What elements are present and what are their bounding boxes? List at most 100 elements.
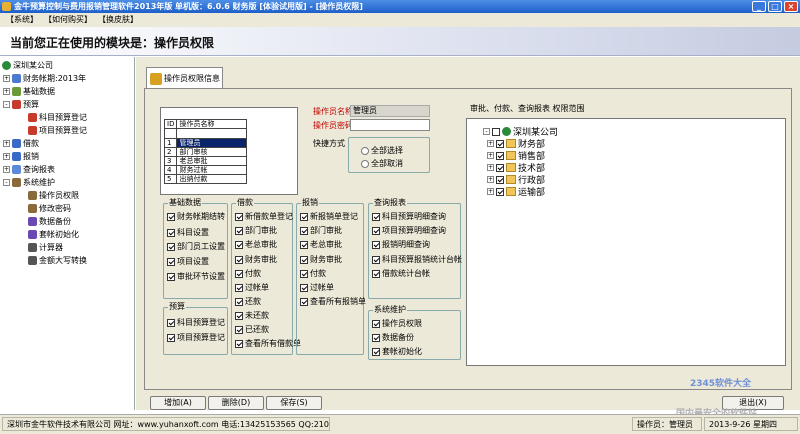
perm-checkbox[interactable]: 财务审批: [235, 255, 277, 265]
col-header-name: 操作员名称: [176, 119, 248, 129]
perm-checkbox[interactable]: 付款: [235, 269, 261, 279]
tree-item-init[interactable]: 套帐初始化: [28, 229, 79, 240]
tree-item-amount-convert[interactable]: 金额大写转换: [28, 255, 87, 266]
scope-dept[interactable]: + 运输部: [487, 185, 545, 198]
checkbox-icon[interactable]: [496, 175, 504, 184]
perm-checkbox[interactable]: 报销明细查询: [372, 240, 430, 250]
perm-checkbox[interactable]: 操作员权限: [372, 319, 422, 329]
perm-checkbox[interactable]: 过帐单: [300, 283, 334, 293]
perm-checkbox[interactable]: 项目预算登记: [167, 333, 225, 343]
perm-checkbox[interactable]: 老总审批: [235, 240, 277, 250]
expand-icon[interactable]: +: [3, 75, 10, 82]
add-button[interactable]: 增加(A): [150, 396, 206, 410]
operator-row[interactable]: 5 出纳付款: [163, 174, 248, 184]
perm-checkbox[interactable]: 新借款单登记: [235, 212, 293, 222]
perm-checkbox[interactable]: 财务审批: [300, 255, 342, 265]
perm-checkbox[interactable]: 查看所有报销单: [300, 297, 366, 307]
tree-item-period[interactable]: + 财务帐期:2013年: [3, 73, 86, 84]
operator-row[interactable]: 2 部门审核: [163, 147, 248, 157]
perm-checkbox[interactable]: 部门审批: [300, 226, 342, 236]
checkbox-icon: [235, 326, 243, 334]
checkbox-icon: [235, 241, 243, 249]
save-button[interactable]: 保存(S): [266, 396, 322, 410]
perm-checkbox[interactable]: 新报销单登记: [300, 212, 358, 222]
perm-checkbox[interactable]: 项目预算明细查询: [372, 226, 446, 236]
expand-icon[interactable]: +: [487, 188, 494, 195]
perm-checkbox[interactable]: 科目预算明细查询: [372, 212, 446, 222]
status-date: 2013-9-26 星期四: [704, 417, 798, 431]
select-all-radio[interactable]: 全部选择: [361, 146, 403, 156]
operator-name-field[interactable]: 管理员: [350, 105, 430, 117]
checkbox-icon: [372, 241, 380, 249]
operator-row[interactable]: 4 财务过帐: [163, 165, 248, 175]
tree-item-loan[interactable]: + 借款: [3, 138, 39, 149]
tree-item-expense[interactable]: + 报销: [3, 151, 39, 162]
expand-icon[interactable]: +: [3, 153, 10, 160]
expand-icon[interactable]: +: [3, 140, 10, 147]
perm-checkbox[interactable]: 借款统计台帐: [372, 269, 430, 279]
tree-item-budget[interactable]: - 预算: [3, 99, 39, 110]
status-company: 深圳市金牛软件技术有限公司 网址：www.yuhanxoft.com 电话:13…: [2, 417, 330, 431]
tree-item-report[interactable]: + 查询报表: [3, 164, 55, 175]
collapse-icon[interactable]: -: [483, 128, 490, 135]
operator-row[interactable]: 1 管理员: [163, 138, 248, 148]
perm-checkbox[interactable]: 科目预算报销统计台帐: [372, 255, 462, 265]
perm-checkbox[interactable]: 审批环节设置: [167, 272, 225, 282]
operator-password-field[interactable]: [350, 119, 430, 131]
checkbox-icon[interactable]: [496, 163, 504, 172]
scope-tree[interactable]: - 深圳某公司 + 财务部 + 销售部 + 技术部 + 行政部 + 运输部: [466, 118, 786, 366]
checkbox-icon[interactable]: [496, 139, 504, 148]
perm-checkbox[interactable]: 套帐初始化: [372, 347, 422, 357]
collapse-icon[interactable]: -: [3, 101, 10, 108]
tree-item-backup[interactable]: 数据备份: [28, 216, 71, 227]
expand-icon[interactable]: +: [3, 166, 10, 173]
perm-checkbox[interactable]: 科目预算登记: [167, 318, 225, 328]
tree-item-basic[interactable]: + 基础数据: [3, 86, 55, 97]
perm-checkbox[interactable]: 老总审批: [300, 240, 342, 250]
perm-checkbox[interactable]: 付款: [300, 269, 326, 279]
operator-row[interactable]: 3 老总审批: [163, 156, 248, 166]
tree-item-maintenance[interactable]: - 系统维护: [3, 177, 55, 188]
tree-item-project-budget[interactable]: 项目预算登记: [28, 125, 87, 136]
checkbox-icon[interactable]: [492, 127, 500, 136]
perm-checkbox[interactable]: 部门员工设置: [167, 242, 225, 252]
col-header-id: ID: [163, 119, 178, 129]
close-button[interactable]: ×: [784, 1, 798, 12]
checkbox-icon[interactable]: [496, 187, 504, 196]
checkbox-icon: [235, 213, 243, 221]
perm-checkbox[interactable]: 过帐单: [235, 283, 269, 293]
expand-icon[interactable]: +: [487, 152, 494, 159]
perm-checkbox[interactable]: 项目设置: [167, 257, 209, 267]
perm-checkbox[interactable]: 财务帐期结转: [167, 212, 225, 222]
menu-change-skin[interactable]: 【换皮肤】: [98, 13, 138, 27]
tree-item-subject-budget[interactable]: 科目预算登记: [28, 112, 87, 123]
perm-checkbox[interactable]: 科目设置: [167, 228, 209, 238]
perm-checkbox[interactable]: 数据备份: [372, 333, 414, 343]
perm-checkbox[interactable]: 未还款: [235, 311, 269, 321]
report-icon: [12, 165, 21, 174]
tree-root[interactable]: 深圳某公司: [2, 60, 53, 71]
perm-checkbox[interactable]: 查看所有借款单: [235, 339, 301, 349]
menu-how-to-buy[interactable]: 【如何购买】: [44, 13, 92, 27]
menu-system[interactable]: 【系统】: [6, 13, 38, 27]
tree-item-change-password[interactable]: 修改密码: [28, 203, 71, 214]
perm-checkbox[interactable]: 还款: [235, 297, 261, 307]
cancel-all-radio[interactable]: 全部取消: [361, 159, 403, 169]
expand-icon[interactable]: +: [3, 88, 10, 95]
expand-icon[interactable]: +: [487, 176, 494, 183]
tree-item-operator-rights[interactable]: 操作员权限: [28, 190, 79, 201]
perm-checkbox[interactable]: 部门审批: [235, 226, 277, 236]
checkbox-icon[interactable]: [496, 151, 504, 160]
perm-checkbox[interactable]: 已还款: [235, 325, 269, 335]
expand-icon[interactable]: +: [487, 140, 494, 147]
maximize-button[interactable]: □: [768, 1, 782, 12]
expand-icon[interactable]: +: [487, 164, 494, 171]
calendar-icon: [12, 74, 21, 83]
minimize-button[interactable]: _: [752, 1, 766, 12]
tree-item-calculator[interactable]: 计算器: [28, 242, 63, 253]
collapse-icon[interactable]: -: [3, 179, 10, 186]
delete-button[interactable]: 删除(D): [208, 396, 264, 410]
operator-list[interactable]: ID 操作员名称 1 管理员 2 部门审核 3 老总审批 4 财务过帐 5 出纳付款: [160, 107, 298, 195]
checkbox-icon: [235, 270, 243, 278]
tab-operator-info[interactable]: 操作员权限信息: [146, 67, 223, 89]
